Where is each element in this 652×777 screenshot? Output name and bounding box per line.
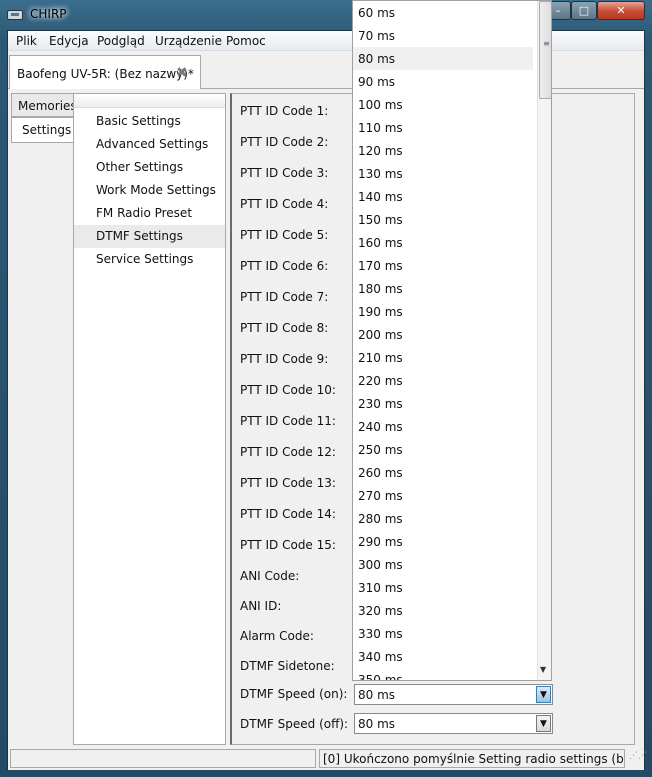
dropdown-option[interactable]: 170 ms	[353, 254, 533, 277]
label-ptt-id-code-13: PTT ID Code 13:	[240, 476, 336, 490]
app-window: CHIRP – □ ✕ Plik Edycja Podgląd Urządzen…	[0, 0, 652, 777]
dropdown-scrollbar[interactable]: ≡ ▼	[537, 1, 551, 680]
tree-item-advanced-settings[interactable]: Advanced Settings	[74, 133, 225, 156]
label-ptt-id-code-6: PTT ID Code 6:	[240, 259, 329, 273]
dtmf-speed-dropdown-list[interactable]: 60 ms 70 ms 80 ms 90 ms 100 ms 110 ms 120 ms 13…	[352, 0, 552, 681]
grip-icon: ≡	[543, 39, 550, 48]
menu-urzadzenie[interactable]: Urządzenie	[155, 34, 222, 48]
title-bar[interactable]: CHIRP – □ ✕	[0, 0, 652, 30]
label-ptt-id-code-12: PTT ID Code 12:	[240, 445, 336, 459]
dropdown-option[interactable]: 120 ms	[353, 139, 533, 162]
dropdown-option[interactable]: 250 ms	[353, 438, 533, 461]
dropdown-option[interactable]: 340 ms	[353, 645, 533, 668]
dropdown-option[interactable]: 150 ms	[353, 208, 533, 231]
maximize-button[interactable]: □	[571, 1, 597, 20]
chevron-down-icon[interactable]: ▼	[536, 686, 551, 703]
dropdown-option[interactable]: 300 ms	[353, 553, 533, 576]
label-ani-id: ANI ID:	[240, 599, 282, 613]
dropdown-option[interactable]: 210 ms	[353, 346, 533, 369]
label-ptt-id-code-2: PTT ID Code 2:	[240, 135, 329, 149]
dtmf-speed-off-select[interactable]: 80 ms ▼	[354, 713, 553, 734]
label-dtmf-speed-off: DTMF Speed (off):	[240, 717, 349, 731]
label-ptt-id-code-5: PTT ID Code 5:	[240, 228, 329, 242]
status-bar: [0] Ukończono pomyślnie Setting radio se…	[8, 746, 647, 770]
tab-settings[interactable]: Settings	[11, 117, 74, 143]
label-ptt-id-code-1: PTT ID Code 1:	[240, 104, 329, 118]
dropdown-option[interactable]: 200 ms	[353, 323, 533, 346]
dropdown-option[interactable]: 310 ms	[353, 576, 533, 599]
tree-item-other-settings[interactable]: Other Settings	[74, 156, 225, 179]
label-dtmf-sidetone: DTMF Sidetone:	[240, 659, 335, 673]
label-dtmf-speed-on: DTMF Speed (on):	[240, 687, 348, 701]
status-panel-left	[10, 749, 316, 768]
dropdown-option[interactable]: 220 ms	[353, 369, 533, 392]
close-button[interactable]: ✕	[597, 1, 645, 20]
label-ptt-id-code-8: PTT ID Code 8:	[240, 321, 329, 335]
dropdown-option[interactable]: 130 ms	[353, 162, 533, 185]
dropdown-option[interactable]: 90 ms	[353, 70, 533, 93]
dtmf-speed-on-value: 80 ms	[358, 688, 396, 702]
label-alarm-code: Alarm Code:	[240, 629, 314, 643]
close-tab-icon[interactable]: ✖	[176, 65, 188, 81]
menu-edycja[interactable]: Edycja	[49, 34, 89, 48]
dropdown-option[interactable]: 80 ms	[353, 47, 533, 70]
dropdown-option[interactable]: 260 ms	[353, 461, 533, 484]
label-ptt-id-code-10: PTT ID Code 10:	[240, 383, 336, 397]
dropdown-option[interactable]: 240 ms	[353, 415, 533, 438]
label-ptt-id-code-11: PTT ID Code 11:	[240, 414, 336, 428]
dropdown-option[interactable]: 270 ms	[353, 484, 533, 507]
label-ptt-id-code-4: PTT ID Code 4:	[240, 197, 329, 211]
tree-header	[74, 94, 225, 108]
scrollbar-thumb[interactable]: ≡	[539, 1, 551, 99]
settings-tree: Basic Settings Advanced Settings Other S…	[73, 93, 226, 745]
dropdown-option[interactable]: 60 ms	[353, 1, 533, 24]
dropdown-option[interactable]: 230 ms	[353, 392, 533, 415]
resize-grip-icon[interactable]: ⋰⋰	[629, 752, 647, 767]
dropdown-option[interactable]: 350 ms	[353, 668, 533, 680]
tree-item-basic-settings[interactable]: Basic Settings	[74, 110, 225, 133]
dropdown-option[interactable]: 110 ms	[353, 116, 533, 139]
tab-label: Baofeng UV-5R: (Bez nazwy)*	[17, 67, 194, 81]
menu-pomoc[interactable]: Pomoc	[226, 34, 266, 48]
window-title: CHIRP	[30, 7, 67, 21]
scroll-down-arrow-icon[interactable]: ▼	[540, 665, 546, 674]
tab-baofeng-uv5r[interactable]: Baofeng UV-5R: (Bez nazwy)* ✖	[9, 55, 201, 89]
dropdown-option[interactable]: 330 ms	[353, 622, 533, 645]
dtmf-speed-on-select[interactable]: 80 ms ▼	[354, 684, 553, 705]
app-icon	[7, 10, 23, 20]
label-ptt-id-code-15: PTT ID Code 15:	[240, 538, 336, 552]
dropdown-option[interactable]: 160 ms	[353, 231, 533, 254]
tab-memories[interactable]: Memories	[11, 93, 77, 117]
menu-podglad[interactable]: Podgląd	[97, 34, 145, 48]
dropdown-option[interactable]: 280 ms	[353, 507, 533, 530]
dropdown-option[interactable]: 70 ms	[353, 24, 533, 47]
dropdown-option[interactable]: 140 ms	[353, 185, 533, 208]
dropdown-option[interactable]: 190 ms	[353, 300, 533, 323]
dropdown-option[interactable]: 180 ms	[353, 277, 533, 300]
tree-item-dtmf-settings[interactable]: DTMF Settings	[74, 225, 225, 248]
dtmf-speed-off-value: 80 ms	[358, 717, 396, 731]
label-ptt-id-code-7: PTT ID Code 7:	[240, 290, 329, 304]
tree-item-service-settings[interactable]: Service Settings	[74, 248, 225, 271]
label-ptt-id-code-3: PTT ID Code 3:	[240, 166, 329, 180]
chevron-down-icon[interactable]: ▼	[536, 715, 551, 732]
menu-plik[interactable]: Plik	[16, 34, 37, 48]
label-ptt-id-code-9: PTT ID Code 9:	[240, 352, 329, 366]
tree-item-work-mode-settings[interactable]: Work Mode Settings	[74, 179, 225, 202]
label-ptt-id-code-14: PTT ID Code 14:	[240, 507, 336, 521]
dropdown-option[interactable]: 320 ms	[353, 599, 533, 622]
dropdown-option[interactable]: 290 ms	[353, 530, 533, 553]
status-message: [0] Ukończono pomyślnie Setting radio se…	[319, 749, 625, 768]
tree-item-fm-radio-preset[interactable]: FM Radio Preset	[74, 202, 225, 225]
label-ani-code: ANI Code:	[240, 569, 300, 583]
dropdown-option[interactable]: 100 ms	[353, 93, 533, 116]
